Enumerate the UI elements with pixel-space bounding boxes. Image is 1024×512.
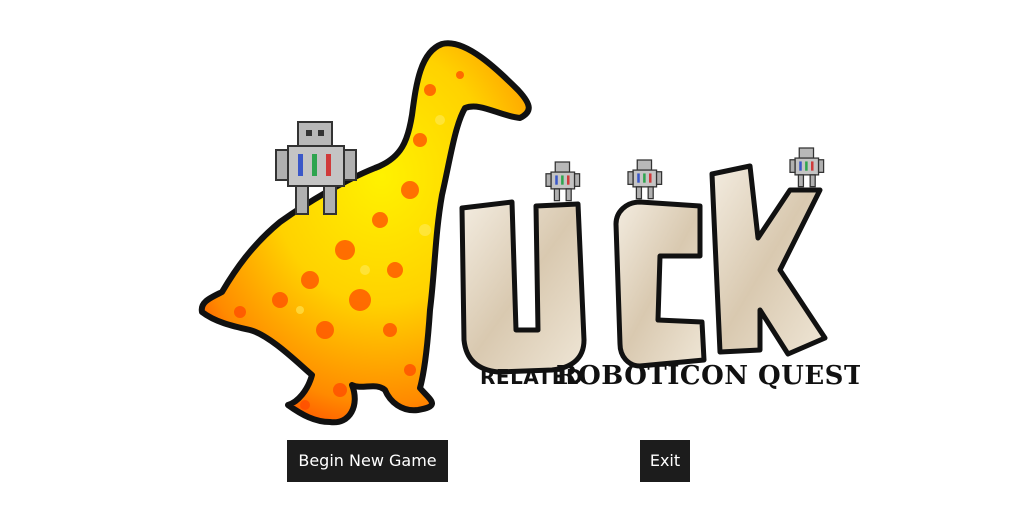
title-screen: RELATED ROBOTICON QUEST Begin New Game E… [0, 0, 1024, 512]
game-logo: RELATED ROBOTICON QUEST [180, 30, 860, 430]
robot-icon [789, 147, 825, 188]
logo-letters [459, 163, 828, 375]
robot-icon [545, 161, 581, 202]
begin-new-game-button[interactable]: Begin New Game [287, 440, 448, 482]
logo-subtitle-quest: ROBOTICON QUEST [556, 361, 860, 391]
exit-button[interactable]: Exit [640, 440, 690, 482]
robot-icon [627, 159, 663, 200]
